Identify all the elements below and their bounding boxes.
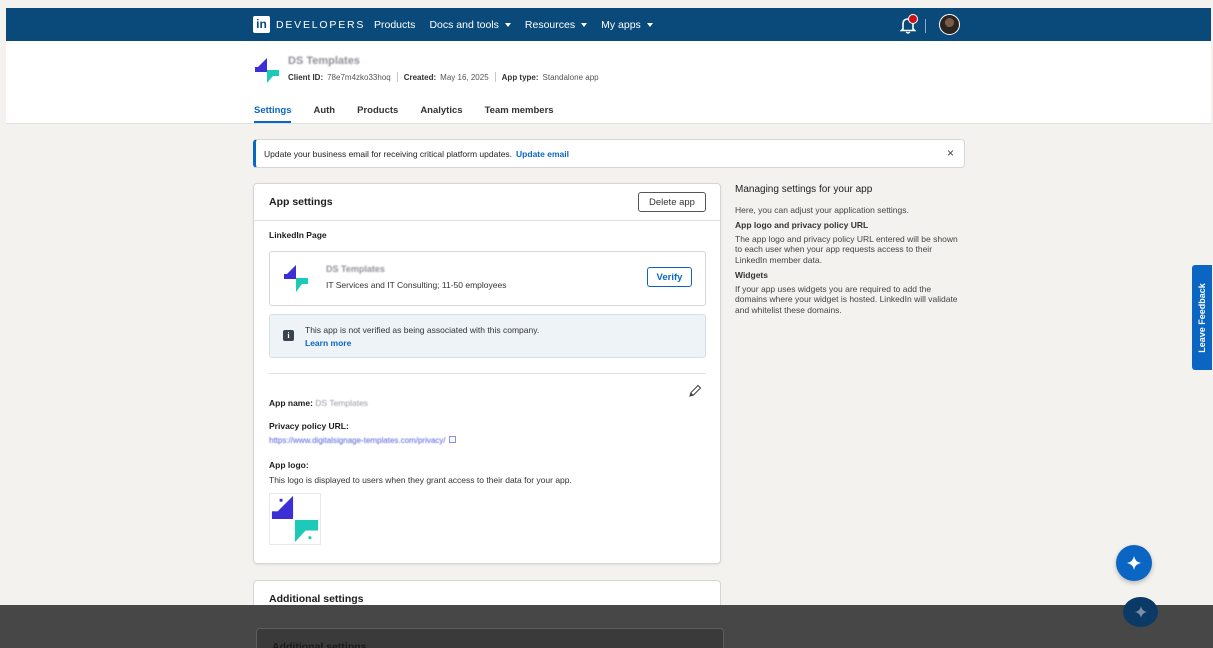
meta-separator [396,72,398,82]
close-icon[interactable]: × [947,146,954,160]
meta-separator [494,72,496,82]
app-logo-field: App logo: This logo is displayed to user… [269,460,572,485]
brand-text: DEVELOPERS [276,18,366,31]
tab-products[interactable]: Products [357,101,398,123]
linkedin-page-box: DS Templates IT Services and IT Consulti… [269,251,706,306]
assistant-button-ghost [1123,597,1158,627]
privacy-url-label: Privacy policy URL: [269,421,349,431]
verify-button[interactable]: Verify [647,267,692,287]
nav-my-apps[interactable]: My apps [601,19,653,31]
alert-text: Update your business email for receiving… [264,148,513,159]
company-logo-icon [284,265,308,292]
nav-products[interactable]: Products [374,19,415,31]
app-type-value: Standalone app [542,72,599,82]
side-heading-logo-privacy: App logo and privacy policy URL [735,220,869,230]
verification-info-box: i This app is not verified as being asso… [269,314,706,358]
app-name-field: App name: DS Templates [269,398,368,408]
external-link-icon[interactable] [448,436,456,443]
learn-more-link[interactable]: Learn more [305,338,351,348]
help-side-panel: Managing settings for your app Here, you… [735,184,965,319]
leave-feedback-tab[interactable]: Leave Feedback [1192,265,1212,370]
caret-down-icon [504,23,511,27]
created-label: Created: [403,72,437,82]
side-text-logo-privacy: The app logo and privacy policy URL ente… [735,233,958,265]
tab-auth[interactable]: Auth [313,101,335,123]
app-meta: Client ID: 78e7m4zko33hoq Created: May 1… [288,72,599,82]
edit-pencil-icon[interactable] [688,384,702,398]
nav-resources[interactable]: Resources [524,19,588,31]
privacy-url-link[interactable]: https://www.digitalsignage-templates.com… [269,436,446,445]
app-name-label: App name: [269,398,313,408]
additional-settings-card-ghost: Additional settings [256,628,724,648]
nav-products-label: Products [374,19,416,31]
privacy-url-field: Privacy policy URL: https://www.digitals… [269,421,456,445]
nav-my-apps-label: My apps [601,19,641,31]
app-title: DS Templates [288,55,360,67]
app-logo-description: This logo is displayed to users when the… [269,475,572,485]
client-id-label: Client ID: [288,72,324,82]
developers-brand[interactable]: in DEVELOPERS [253,16,365,33]
delete-app-button[interactable]: Delete app [638,192,706,212]
app-logo-image [269,493,321,545]
company-description: IT Services and IT Consulting; 11-50 emp… [326,280,507,290]
caret-down-icon [646,23,653,27]
app-logo-icon [255,58,279,83]
user-avatar[interactable] [939,14,960,35]
nav-docs-label: Docs and tools [429,19,499,31]
section-divider [269,373,706,374]
side-panel-title: Managing settings for your app [735,184,873,195]
tab-team-members[interactable]: Team members [485,101,554,123]
tab-analytics[interactable]: Analytics [420,101,462,123]
app-tabs: Settings Auth Products Analytics Team me… [254,101,576,123]
app-logo-label: App logo: [269,460,309,470]
additional-settings-title-ghost: Additional settings [272,641,367,648]
sparkle-icon [1127,556,1141,570]
info-icon: i [283,330,294,341]
topbar-divider [925,19,926,33]
main-nav: Products Docs and tools Resources My app… [374,19,653,31]
linkedin-logo-icon: in [253,16,270,33]
app-settings-card: App settings Delete app LinkedIn Page DS… [253,183,721,564]
notification-badge [908,14,918,24]
top-navigation-bar: in DEVELOPERS Products Docs and tools Re… [6,8,1211,41]
nav-resources-label: Resources [524,19,576,31]
additional-settings-title: Additional settings [269,593,364,605]
assistant-sparkle-button[interactable] [1116,545,1152,581]
tab-settings[interactable]: Settings [254,101,292,123]
side-panel-intro: Here, you can adjust your application se… [735,204,909,215]
created-value: May 16, 2025 [440,72,489,82]
side-text-widgets: If your app uses widgets you are require… [735,283,958,315]
sparkle-icon [1134,606,1147,618]
caret-down-icon [581,23,588,27]
app-type-label: App type: [501,72,539,82]
linkedin-page-label: LinkedIn Page [269,230,327,240]
update-email-link[interactable]: Update email [516,149,569,159]
app-name-value: DS Templates [315,398,369,408]
client-id-value: 78e7m4zko33hoq [327,72,391,82]
nav-docs-and-tools[interactable]: Docs and tools [429,19,511,31]
company-name: DS Templates [326,264,385,274]
leave-feedback-label: Leave Feedback [1197,282,1207,353]
side-heading-widgets: Widgets [735,270,768,280]
business-email-alert: Update your business email for receiving… [253,139,965,168]
app-header: DS Templates Client ID: 78e7m4zko33hoq C… [6,41,1211,124]
verification-info-text: This app is not verified as being associ… [305,325,540,335]
